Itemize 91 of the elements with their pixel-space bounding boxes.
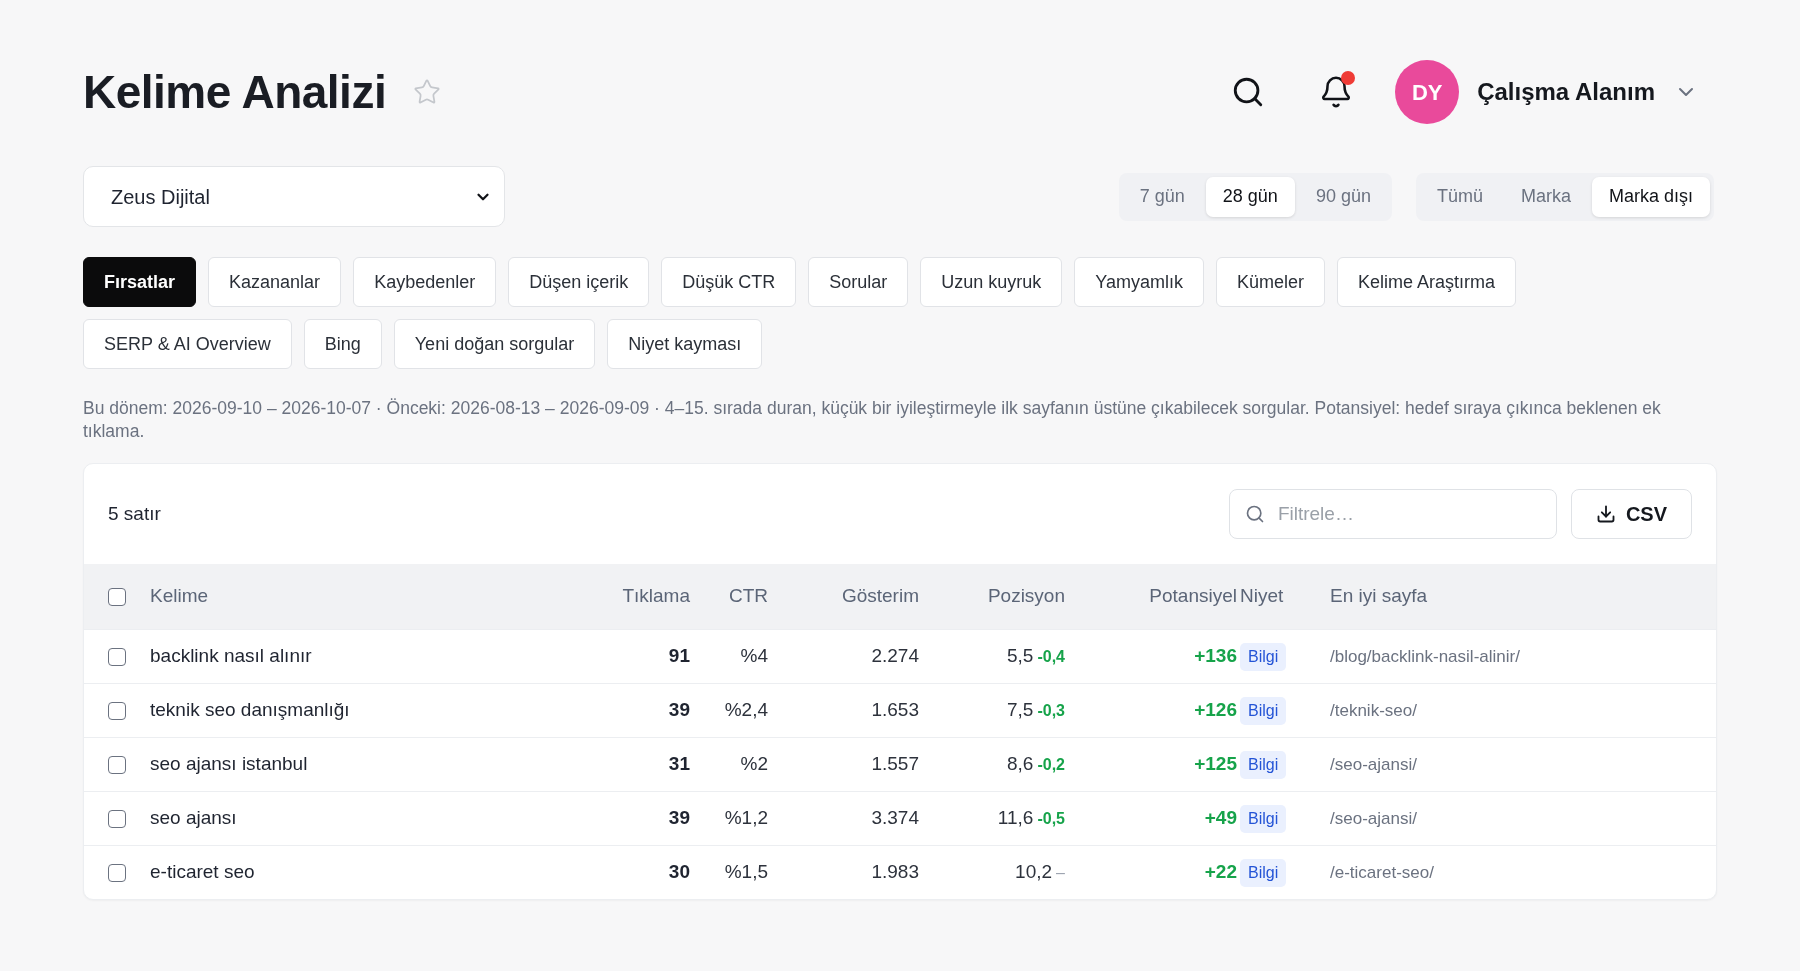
potential-value: +136 [1194,644,1237,669]
segment-option[interactable]: Marka [1503,176,1588,217]
ctr-value: %1,5 [724,860,768,885]
column-header[interactable]: Pozisyon [987,582,1065,611]
position-change: -0,3 [1037,701,1065,722]
keyword-text: e-ticaret seo [150,860,255,885]
user-avatar[interactable]: DY [1395,60,1460,124]
impressions-value: 1.983 [871,860,919,885]
notification-bell-icon[interactable] [1319,74,1354,110]
ctr-value: %4 [740,644,768,669]
impressions-value: 2.274 [871,644,919,669]
keyword-text: seo ajansı istanbul [150,752,308,777]
intent-badge: Bilgi [1240,642,1287,671]
report-tab[interactable]: Fırsatlar [83,257,197,307]
clicks-value: 31 [668,752,690,777]
clicks-value: 30 [668,860,690,885]
site-select[interactable]: Zeus Dijital [83,166,505,227]
download-icon [1595,504,1616,524]
clicks-value: 39 [668,698,690,723]
position-change: -0,5 [1037,809,1065,830]
impressions-value: 1.557 [871,752,919,777]
report-tab[interactable]: Kaybedenler [353,257,497,307]
workspace-name[interactable]: Çalışma Alanım [1477,74,1655,110]
report-tab[interactable]: Yamyamlık [1074,257,1205,307]
report-tab[interactable]: Düşük CTR [661,257,797,307]
checkbox[interactable] [108,863,126,882]
checkbox[interactable] [108,809,126,828]
report-tab[interactable]: SERP & AI Overview [83,319,292,369]
segment-option[interactable]: 7 gün [1122,176,1202,217]
search-icon [1244,504,1265,524]
column-header[interactable]: Niyet [1240,582,1284,611]
position-value: 10,2 [1015,860,1053,885]
report-tab[interactable]: Uzun kuyruk [920,257,1063,307]
clicks-value: 39 [668,806,690,831]
keyword-text: teknik seo danışmanlığı [150,698,350,723]
intent-badge: Bilgi [1240,696,1287,725]
report-tab[interactable]: Niyet kayması [607,319,763,369]
checkbox[interactable] [108,587,126,606]
page-path: /teknik-seo/ [1330,699,1417,722]
impressions-value: 1.653 [871,698,919,723]
clicks-value: 91 [668,644,690,669]
impressions-value: 3.374 [871,806,919,831]
segment-option[interactable]: 90 gün [1298,176,1388,217]
position-change: -0,4 [1037,647,1065,668]
report-tab[interactable]: Kelime Araştırma [1337,257,1517,307]
csv-export-button[interactable]: CSV [1570,489,1692,539]
checkbox[interactable] [108,647,126,666]
page-path: /seo-ajansi/ [1330,807,1417,830]
report-tab[interactable]: Kazananlar [208,257,342,307]
report-tab[interactable]: Bing [303,319,382,369]
ctr-value: %1,2 [724,806,768,831]
segment-option[interactable]: Marka dışı [1591,176,1710,217]
segment-option[interactable]: Tümü [1419,176,1500,217]
column-header[interactable]: En iyi sayfa [1330,582,1428,611]
position-value: 7,5 [1007,698,1034,723]
potential-value: +22 [1204,860,1237,885]
star-icon[interactable] [413,78,442,106]
column-header[interactable]: Potansiyel [1149,582,1237,611]
keyword-text: seo ajansı [150,806,237,831]
potential-value: +125 [1194,752,1237,777]
position-value: 8,6 [1007,752,1034,777]
intent-badge: Bilgi [1240,804,1287,833]
potential-value: +126 [1194,698,1237,723]
report-tab[interactable]: Düşen içerik [508,257,650,307]
report-tab[interactable]: Kümeler [1216,257,1326,307]
page-path: /e-ticaret-seo/ [1330,861,1434,884]
page-title: Kelime Analizi [83,64,387,120]
page-path: /blog/backlink-nasil-alinir/ [1330,645,1520,668]
position-change: – [1056,863,1065,884]
column-header[interactable]: Kelime [150,582,209,611]
row-count: 5 satır [108,501,161,526]
description-text: Bu dönem: 2026-09-10 – 2026-10-07 · Önceki: 2026-08-13 – 2026-09-09 · 4–15. sırada duran, küçük bir iyileştirmeyle ilk sayfanın üstüne çıkabilecek sorgular. Potansiyel: hedef sıraya çıkınca beklenen ek tıklama. [83,397,1662,443]
position-value: 5,5 [1007,644,1034,669]
position-change: -0,2 [1037,755,1065,776]
checkbox[interactable] [108,701,126,720]
potential-value: +49 [1204,806,1237,831]
intent-badge: Bilgi [1240,858,1287,887]
checkbox[interactable] [108,755,126,774]
ctr-value: %2,4 [724,698,768,723]
ctr-value: %2 [740,752,768,777]
column-header[interactable]: CTR [728,582,768,611]
report-tab[interactable]: Yeni doğan sorgular [393,319,596,369]
segment-option[interactable]: 28 gün [1205,176,1295,217]
intent-badge: Bilgi [1240,750,1287,779]
position-value: 11,6 [997,806,1034,831]
column-header[interactable]: Gösterim [841,582,919,611]
filter-field[interactable]: Filtrele… [1228,489,1557,539]
report-tab[interactable]: Sorular [808,257,909,307]
column-header[interactable]: Tıklama [622,582,690,611]
page-path: /seo-ajansi/ [1330,753,1417,776]
keyword-text: backlink nasıl alınır [150,644,312,669]
